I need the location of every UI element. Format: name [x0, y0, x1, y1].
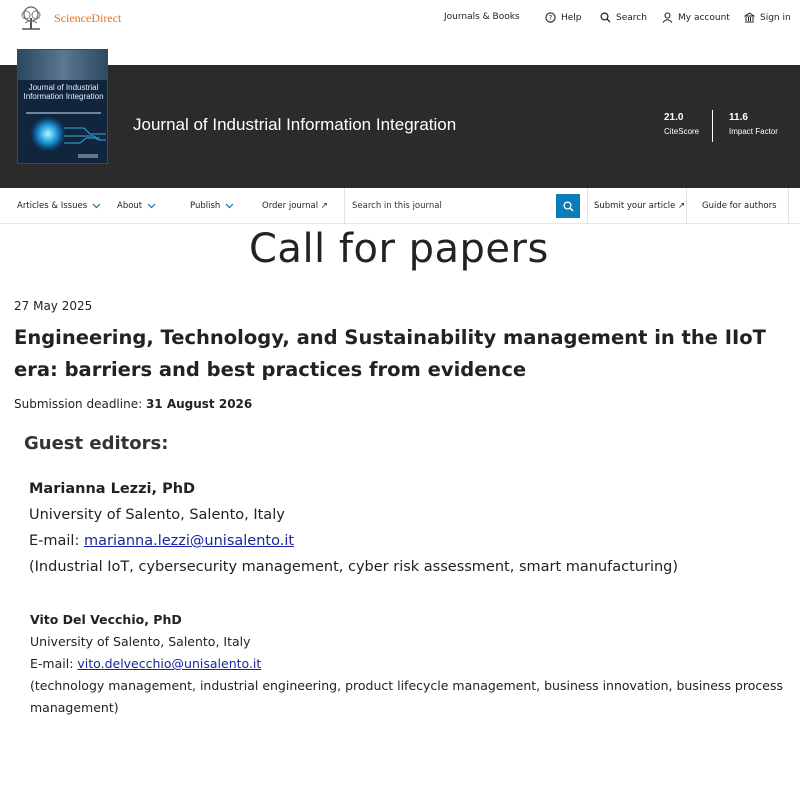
editor-email-link[interactable]: marianna.lezzi@unisalento.it	[84, 533, 294, 549]
cover-publisher-mark	[78, 154, 98, 158]
search-icon	[562, 200, 573, 211]
order-journal-label: Order journal ↗	[262, 201, 328, 211]
help-icon: ?	[545, 12, 556, 23]
articles-issues-menu[interactable]: Articles & Issues	[17, 201, 101, 211]
metric-divider	[712, 110, 713, 142]
help-label: Help	[561, 12, 582, 23]
guest-editors-heading: Guest editors:	[24, 433, 169, 454]
journals-books-link[interactable]: Journals & Books	[444, 12, 520, 22]
search-link[interactable]: Search	[600, 12, 647, 23]
sign-in-link[interactable]: Sign in	[744, 12, 791, 23]
deadline-value: 31 August 2026	[145, 397, 253, 411]
citescore-metric[interactable]: 21.0 CiteScore	[664, 112, 699, 136]
my-account-link[interactable]: My account	[662, 12, 730, 23]
sign-in-label: Sign in	[760, 12, 791, 23]
publication-date: 27 May 2025	[14, 299, 93, 313]
articles-issues-label: Articles & Issues	[17, 201, 88, 211]
submit-article-label: Submit your article ↗	[594, 201, 686, 211]
nav-divider	[788, 188, 789, 224]
svg-text:?: ?	[549, 14, 553, 22]
impact-factor-label: Impact Factor	[729, 127, 778, 136]
editor-affiliation: University of Salento, Salento, Italy	[29, 507, 285, 523]
submit-article-link[interactable]: Submit your article ↗	[594, 201, 685, 211]
editor-affiliation: University of Salento, Salento, Italy	[30, 634, 251, 649]
user-icon	[662, 12, 673, 23]
editor-email-line: E-mail: vito.delvecchio@unisalento.it	[30, 653, 790, 675]
journals-books-label: Journals & Books	[444, 12, 520, 22]
my-account-label: My account	[678, 12, 730, 23]
editor-email-line: E-mail: marianna.lezzi@unisalento.it	[29, 528, 678, 554]
about-label: About	[117, 201, 143, 211]
journal-search-input[interactable]	[345, 188, 556, 224]
brand-name: ScienceDirect	[54, 10, 122, 25]
call-for-papers-heading: Call for papers	[249, 226, 549, 272]
sciencedirect-logo[interactable]: ScienceDirect	[17, 5, 121, 31]
nav-divider	[587, 188, 588, 224]
help-link[interactable]: ? Help	[545, 12, 582, 23]
top-bar: ScienceDirect Journals & Books ? Help Se…	[0, 0, 800, 36]
editor-interests: (Industrial IoT, cybersecurity managemen…	[29, 559, 679, 575]
journal-cover[interactable]: Journal of Industrial Information Integr…	[17, 49, 108, 164]
chevron-down-icon	[225, 203, 234, 209]
search-label: Search	[616, 12, 647, 23]
institution-icon	[744, 12, 755, 23]
cover-rule	[26, 112, 101, 114]
search-submit-button[interactable]	[556, 194, 580, 218]
publish-menu[interactable]: Publish	[190, 201, 234, 211]
cover-strip	[18, 50, 107, 80]
circuit-lines-icon	[64, 127, 106, 144]
chevron-down-icon	[147, 203, 156, 209]
elsevier-tree-icon	[17, 5, 45, 31]
editor-block: Vito Del Vecchio, PhD University of Sale…	[30, 609, 790, 719]
order-journal-link[interactable]: Order journal ↗	[262, 201, 328, 211]
journal-nav: Articles & Issues About Publish Order jo…	[0, 188, 800, 224]
guide-for-authors-link[interactable]: Guide for authors	[702, 201, 777, 211]
citescore-value: 21.0	[664, 112, 684, 123]
citescore-label: CiteScore	[664, 127, 700, 136]
cover-glow	[30, 116, 66, 152]
search-icon	[600, 12, 611, 23]
editor-name: Marianna Lezzi, PhD	[29, 481, 196, 497]
guide-for-authors-label: Guide for authors	[702, 201, 777, 211]
about-menu[interactable]: About	[117, 201, 156, 211]
journal-title[interactable]: Journal of Industrial Information Integr…	[133, 115, 456, 135]
submission-deadline: Submission deadline: 31 August 2026	[14, 397, 252, 411]
publish-label: Publish	[190, 201, 221, 211]
chevron-down-icon	[92, 203, 101, 209]
nav-divider	[686, 188, 687, 224]
editor-interests: (technology management, industrial engin…	[30, 678, 783, 715]
email-label: E-mail:	[30, 656, 78, 671]
editor-block: Marianna Lezzi, PhD University of Salent…	[29, 476, 678, 580]
impact-factor-metric[interactable]: 11.6 Impact Factor	[729, 112, 778, 136]
editor-email-link[interactable]: vito.delvecchio@unisalento.it	[77, 656, 261, 671]
deadline-label: Submission deadline:	[14, 397, 146, 411]
article-title: Engineering, Technology, and Sustainabil…	[14, 326, 766, 381]
cover-title: Journal of Industrial Information Integr…	[23, 83, 104, 101]
impact-factor-value: 11.6	[729, 112, 748, 123]
email-label: E-mail:	[29, 533, 84, 549]
editor-name: Vito Del Vecchio, PhD	[30, 612, 182, 627]
